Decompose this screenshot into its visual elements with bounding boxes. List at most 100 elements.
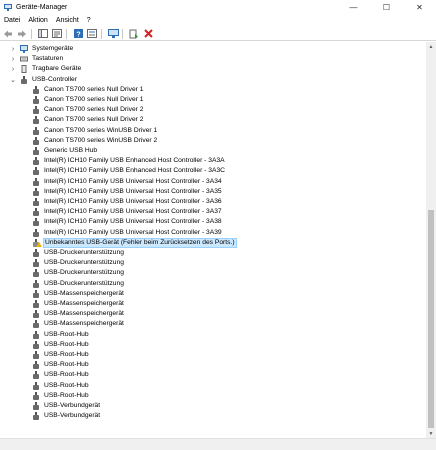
tree-device[interactable]: USB-Root-Hub (32, 330, 90, 340)
keyboard-icon (20, 55, 28, 63)
menu-datei[interactable]: Datei (0, 14, 24, 27)
toolbar-separator (101, 28, 102, 39)
tree-device[interactable]: Intel(R) ICH10 Family USB Universal Host… (32, 197, 223, 207)
usb-plug-icon (32, 208, 40, 217)
menu-ansicht[interactable]: Ansicht (52, 14, 83, 27)
tree-device-label: Canon TS700 series WinUSB Driver 2 (44, 136, 158, 144)
tree-device[interactable]: Intel(R) ICH10 Family USB Enhanced Host … (32, 166, 226, 176)
tree-device[interactable]: USB-Verbundgerät (32, 411, 101, 421)
scrollbar-thumb[interactable] (428, 210, 434, 428)
tree-category[interactable]: › Tragbare Geräte (12, 64, 82, 74)
usb-plug-icon (32, 126, 40, 135)
tree-device[interactable]: Intel(R) ICH10 Family USB Universal Host… (32, 217, 223, 227)
usb-plug-icon (32, 310, 40, 319)
properties-icon[interactable] (51, 28, 63, 40)
tree-device[interactable]: Canon TS700 series WinUSB Driver 1 (32, 126, 158, 136)
usb-plug-icon (32, 228, 40, 237)
tree-category[interactable]: ⌄ USB-Controller (10, 75, 78, 85)
system-devices-icon (20, 45, 28, 53)
chevron-right-icon[interactable]: › (10, 64, 16, 74)
tree-device[interactable]: Canon TS700 series Null Driver 2 (32, 115, 145, 125)
close-button[interactable]: ✕ (403, 0, 436, 14)
usb-plug-icon (32, 187, 40, 196)
tree-device-label: Canon TS700 series WinUSB Driver 1 (44, 126, 158, 134)
tree-device[interactable]: Intel(R) ICH10 Family USB Universal Host… (32, 207, 223, 217)
tree-device-label: USB-Root-Hub (44, 361, 89, 369)
tree-device-label: Intel(R) ICH10 Family USB Universal Host… (44, 198, 222, 205)
tree-device-label: USB-Verbundgerät (44, 402, 101, 409)
tree-device[interactable]: Generic USB Hub (32, 146, 98, 156)
forward-arrow-icon[interactable] (16, 28, 28, 40)
usb-plug-icon (32, 157, 40, 166)
tree-device[interactable]: Canon TS700 series Null Driver 1 (32, 85, 145, 95)
tree-device[interactable]: Canon TS700 series Null Driver 2 (32, 105, 145, 115)
tree-device[interactable]: Intel(R) ICH10 Family USB Enhanced Host … (32, 156, 226, 166)
tree-device[interactable]: USB-Massenspeichergerät (32, 289, 125, 299)
usb-plug-icon (32, 279, 40, 288)
tree-device[interactable]: USB-Massenspeichergerät (32, 299, 125, 309)
title-bar: Geräte-Manager — ☐ ✕ (0, 0, 436, 14)
maximize-button[interactable]: ☐ (370, 0, 403, 14)
tree-device[interactable]: USB-Verbundgerät (32, 401, 101, 411)
usb-plug-icon (32, 371, 40, 380)
tree-device[interactable]: USB-Root-Hub (32, 360, 90, 370)
tree-device[interactable]: USB-Root-Hub (32, 350, 90, 360)
tree-device[interactable]: USB-Massenspeichergerät (32, 319, 125, 329)
tree-device-label: Canon TS700 series Null Driver 1 (44, 85, 144, 93)
tree-device[interactable]: Intel(R) ICH10 Family USB Universal Host… (32, 228, 223, 238)
tree-device[interactable]: USB-Root-Hub (32, 381, 90, 391)
tree-category-label: USB-Controller (32, 75, 77, 83)
usb-plug-icon (32, 96, 40, 104)
tree-category-label: Tastaturen (32, 55, 64, 63)
usb-warning-icon (32, 238, 42, 247)
minimize-button[interactable]: — (337, 0, 370, 14)
usb-plug-icon (32, 361, 40, 370)
tree-device-label: Canon TS700 series Null Driver 2 (44, 106, 144, 114)
tree-device[interactable]: USB-Druckerunterstützung (32, 248, 125, 258)
back-arrow-icon[interactable] (2, 28, 14, 40)
tree-category-label: Tragbare Geräte (32, 65, 82, 73)
svg-text:?: ? (76, 31, 80, 38)
vertical-scrollbar[interactable]: ▲ ▼ (426, 42, 436, 438)
show-hide-console-tree-icon[interactable] (37, 28, 49, 40)
tree-category[interactable]: › Tastaturen (12, 54, 64, 64)
tree-device[interactable]: Intel(R) ICH10 Family USB Universal Host… (32, 177, 223, 187)
tree-device[interactable]: USB-Druckerunterstützung (32, 258, 125, 268)
usb-plug-icon (32, 412, 40, 421)
tree-device[interactable]: USB-Druckerunterstützung (32, 279, 125, 289)
tree-device[interactable]: USB-Massenspeichergerät (32, 309, 125, 319)
usb-plug-icon (32, 85, 40, 94)
window-controls: — ☐ ✕ (337, 0, 436, 14)
scroll-up-icon[interactable]: ▲ (426, 42, 436, 51)
tree-device[interactable]: Intel(R) ICH10 Family USB Universal Host… (32, 187, 223, 197)
usb-plug-icon (32, 300, 40, 308)
tree-device-label: USB-Massenspeichergerät (44, 320, 124, 328)
uninstall-device-icon[interactable] (142, 28, 154, 40)
tree-device-label: USB-Root-Hub (44, 351, 89, 358)
monitor-scan-icon[interactable] (107, 28, 119, 40)
menu-aktion[interactable]: Aktion (24, 14, 51, 27)
usb-plug-icon (32, 402, 40, 410)
tree-device[interactable]: USB-Root-Hub (32, 370, 90, 380)
tree-device-label: USB-Root-Hub (44, 340, 89, 348)
tree-device-label: Canon TS700 series Null Driver 1 (44, 96, 144, 103)
tree-device[interactable]: USB-Root-Hub (32, 340, 90, 350)
properties-sheet-icon[interactable] (86, 28, 98, 40)
tree-device-label: USB-Root-Hub (44, 371, 89, 379)
chevron-down-icon[interactable]: ⌄ (10, 75, 16, 85)
tree-device[interactable]: Canon TS700 series WinUSB Driver 2 (32, 136, 158, 146)
tree-category[interactable]: › Systemgeräte (12, 44, 74, 54)
tree-device[interactable]: USB-Root-Hub (32, 391, 90, 401)
menu-help[interactable]: ? (83, 14, 95, 27)
update-driver-icon[interactable] (128, 28, 140, 40)
chevron-right-icon[interactable]: › (10, 54, 16, 64)
scroll-down-icon[interactable]: ▼ (426, 429, 436, 438)
tree-device[interactable]: USB-Druckerunterstützung (32, 268, 125, 278)
help-icon[interactable]: ? (72, 28, 84, 40)
device-tree: › Systemgeräte › Tastaturen › Tragbare Geräte… (0, 42, 426, 438)
toolbar: ? (0, 27, 436, 41)
tree-device[interactable]: Canon TS700 series Null Driver 1 (32, 95, 145, 105)
status-bar (0, 438, 436, 450)
chevron-right-icon[interactable]: › (10, 44, 16, 54)
tree-device-selected[interactable]: Unbekanntes USB-Gerät (Fehler beim Zurüc… (32, 237, 237, 248)
